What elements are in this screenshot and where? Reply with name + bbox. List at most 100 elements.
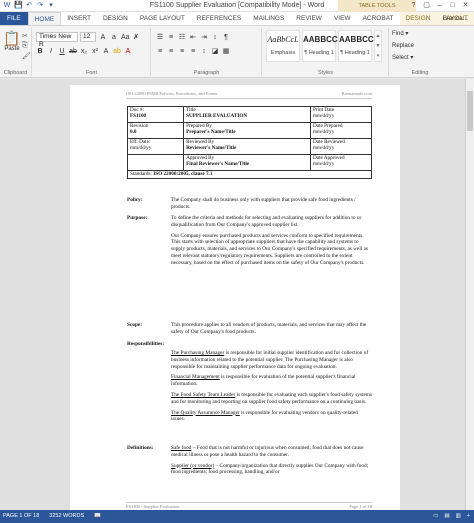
- table-cell[interactable]: Date Approved mm/dd/yy: [309, 154, 373, 171]
- table-cell[interactable]: Title SUPPLIER EVALUATION: [183, 106, 311, 123]
- definitions-section: Definitions: Safe food – Food that is no…: [127, 445, 372, 480]
- tab-mailings[interactable]: MAILINGS: [247, 12, 290, 25]
- ribbon-display-icon[interactable]: ▢: [420, 0, 433, 12]
- numbering-icon[interactable]: ≡: [167, 33, 175, 42]
- table-cell[interactable]: Reviewed By Reviewer's Name/Title: [183, 138, 311, 155]
- maximize-icon[interactable]: □: [446, 0, 459, 12]
- tab-references[interactable]: REFERENCES: [191, 12, 247, 25]
- decrease-indent-icon[interactable]: ⇤: [189, 33, 197, 42]
- increase-indent-icon[interactable]: ⇥: [200, 33, 208, 42]
- vertical-scrollbar[interactable]: [465, 79, 474, 510]
- bullets-icon[interactable]: ☰: [156, 33, 164, 42]
- tab-table-design[interactable]: DESIGN: [399, 12, 437, 25]
- document-page[interactable]: ISO 22000 FSMS Policies, Procedures, and…: [70, 85, 400, 510]
- paste-button[interactable]: 📋 Paste: [3, 30, 21, 52]
- align-left-icon[interactable]: ≡: [156, 47, 164, 56]
- print-layout-icon[interactable]: ▤: [444, 510, 449, 523]
- table-cell[interactable]: [126, 154, 185, 171]
- table-cell[interactable]: Approved By Final Reviewer's Name/Title: [183, 154, 311, 171]
- bold-icon[interactable]: B: [36, 47, 44, 56]
- read-mode-icon[interactable]: ▭: [433, 510, 438, 523]
- table-row: Approved By Final Reviewer's Name/Title D…: [126, 154, 373, 171]
- document-info-table[interactable]: Doc #: FS1100 Title SUPPLIER EVALUATION Pr…: [126, 106, 373, 179]
- subscript-icon[interactable]: x₂: [80, 47, 88, 56]
- table-cell[interactable]: Standards: ISO 22000:2005, clause 7.1: [127, 170, 372, 179]
- table-row: Doc #: FS1100 Title SUPPLIER EVALUATION Pr…: [126, 106, 373, 123]
- style-emphasis[interactable]: AaBbCcL Emphasis: [266, 30, 300, 62]
- tab-acrobat[interactable]: ACROBAT: [357, 12, 400, 25]
- find-button[interactable]: Find ▾: [392, 30, 414, 39]
- purpose-paragraph-2: Our Company ensures purchased products a…: [171, 232, 369, 266]
- close-icon[interactable]: ✕: [459, 0, 472, 12]
- superscript-icon[interactable]: x²: [91, 47, 99, 56]
- save-icon[interactable]: 💾: [14, 2, 23, 10]
- font-format-buttons: B I U ab x₂ x² A ab A: [36, 47, 132, 56]
- quick-access-toolbar: W 💾 ↶ ↷ ▾: [0, 2, 55, 10]
- cut-icon[interactable]: ✂: [22, 32, 31, 40]
- status-right: ▭ ▤ ▥ +: [433, 510, 470, 523]
- scrollbar-thumb[interactable]: [467, 91, 473, 131]
- tab-design[interactable]: DESIGN: [97, 12, 134, 25]
- table-cell[interactable]: Date Reviewed mm/dd/yy: [309, 138, 373, 155]
- sort-icon[interactable]: ↕: [211, 33, 219, 42]
- table-cell[interactable]: Date Prepared mm/dd/yy: [309, 122, 373, 139]
- strikethrough-icon[interactable]: ab: [69, 47, 77, 56]
- undo-icon[interactable]: ↶: [25, 2, 33, 10]
- highlight-icon[interactable]: ab: [113, 47, 121, 56]
- tab-file[interactable]: FILE: [0, 12, 28, 25]
- user-account[interactable]: Bianca...: [443, 12, 468, 26]
- responsibilities-label: Responsibilities:: [127, 341, 165, 347]
- show-marks-icon[interactable]: ¶: [222, 33, 230, 42]
- copy-icon[interactable]: ⎘: [22, 42, 31, 50]
- replace-button[interactable]: Replace: [392, 42, 414, 51]
- table-cell[interactable]: Revision 0.0: [126, 122, 185, 139]
- customize-qat-icon[interactable]: ▾: [47, 2, 55, 10]
- grow-font-icon[interactable]: A: [99, 33, 107, 42]
- tab-page-layout[interactable]: PAGE LAYOUT: [134, 12, 191, 25]
- font-size-box[interactable]: 12: [80, 32, 96, 42]
- text-effects-icon[interactable]: A: [102, 47, 110, 56]
- style-heading-1-alt[interactable]: AABBCC ¶ Heading 1: [338, 30, 374, 62]
- line-spacing-icon[interactable]: ↕: [200, 47, 208, 56]
- zoom-in-icon[interactable]: +: [467, 510, 470, 523]
- help-icon[interactable]: ?: [407, 0, 420, 12]
- minimize-icon[interactable]: –: [433, 0, 446, 12]
- responsibilities-section: The Purchasing Manager is responsible fo…: [127, 350, 372, 427]
- multilevel-list-icon[interactable]: ☷: [178, 33, 186, 42]
- document-area[interactable]: ISO 22000 FSMS Policies, Procedures, and…: [0, 79, 465, 510]
- format-painter-icon[interactable]: 🖌: [22, 52, 31, 60]
- chevron-down-icon[interactable]: ▼: [375, 41, 381, 51]
- web-layout-icon[interactable]: ▥: [456, 510, 461, 523]
- more-styles-icon[interactable]: ▾: [375, 51, 381, 61]
- font-color-icon[interactable]: A: [124, 47, 132, 56]
- italic-icon[interactable]: I: [47, 47, 55, 56]
- table-cell[interactable]: Eff. Date: mm/dd/yy: [126, 138, 185, 155]
- redo-icon[interactable]: ↷: [36, 2, 44, 10]
- word-count[interactable]: 3252 WORDS: [49, 510, 84, 523]
- underline-icon[interactable]: U: [58, 47, 66, 56]
- select-button[interactable]: Select ▾: [392, 54, 414, 63]
- tab-review[interactable]: REVIEW: [290, 12, 328, 25]
- change-case-icon[interactable]: Aa: [121, 33, 130, 42]
- page-count[interactable]: PAGE 1 OF 18: [3, 510, 39, 523]
- borders-icon[interactable]: ▦: [222, 47, 230, 56]
- shrink-font-icon[interactable]: a: [110, 33, 118, 42]
- justify-icon[interactable]: ≡: [189, 47, 197, 56]
- tab-view[interactable]: VIEW: [328, 12, 357, 25]
- clear-formatting-icon[interactable]: ✗: [132, 33, 140, 42]
- paragraph-group: ☰ ≡ ☷ ⇤ ⇥ ↕ ¶ ≡ ≡ ≡ ≡ ↕ ◪ ▦ Paragraph: [152, 28, 262, 76]
- tab-insert[interactable]: INSERT: [61, 12, 97, 25]
- font-name-box[interactable]: Times New R: [36, 32, 78, 48]
- proofing-icon[interactable]: 📖: [94, 510, 101, 523]
- chevron-up-icon[interactable]: ▲: [375, 31, 381, 41]
- align-right-icon[interactable]: ≡: [178, 47, 186, 56]
- font-size-buttons: A a Aa ✗: [99, 33, 140, 42]
- table-cell[interactable]: Prepared By Preparer's Name/Title: [183, 122, 311, 139]
- table-cell[interactable]: Print Date mm/dd/yy: [309, 106, 373, 123]
- shading-icon[interactable]: ◪: [211, 47, 219, 56]
- tab-home[interactable]: HOME: [27, 12, 62, 25]
- styles-scroll[interactable]: ▲ ▼ ▾: [374, 30, 382, 62]
- table-cell[interactable]: Doc #: FS1100: [126, 106, 185, 123]
- align-center-icon[interactable]: ≡: [167, 47, 175, 56]
- style-heading-1[interactable]: AABBCC ¶ Heading 1: [302, 30, 338, 62]
